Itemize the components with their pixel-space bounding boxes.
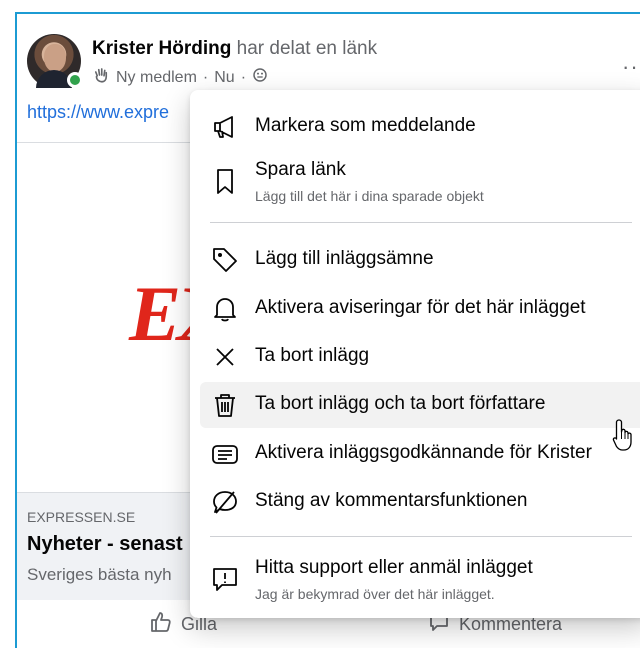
menu-item-enable-approval[interactable]: Aktivera inläggsgodkännande för Krister [200, 431, 640, 477]
report-icon [210, 564, 240, 594]
menu-item-mark-as-announcement[interactable]: Markera som meddelande [200, 104, 640, 150]
thumbs-up-icon [149, 610, 173, 639]
online-status-dot [67, 72, 83, 88]
approval-icon [210, 439, 240, 469]
menu-item-label: Hitta support eller anmäl inlägget [255, 557, 533, 578]
menu-item-sublabel: Jag är bekymrad över det här inlägget. [255, 586, 495, 602]
menu-divider [210, 222, 632, 223]
menu-item-disable-comments[interactable]: Stäng av kommentarsfunktionen [200, 479, 640, 525]
menu-item-label: Aktivera inläggsgodkännande för Krister [255, 442, 592, 463]
menu-item-label: Spara länk [255, 159, 346, 180]
author-action: har delat en länk [236, 38, 378, 59]
bell-icon [210, 294, 240, 324]
menu-item-save-link[interactable]: Spara länk Lägg till det här i dina spar… [200, 150, 640, 212]
menu-item-add-topic[interactable]: Lägg till inläggsämne [200, 237, 640, 283]
meta-separator: · [202, 68, 209, 86]
trash-icon [210, 390, 240, 420]
menu-item-label: Ta bort inlägg och ta bort författare [255, 393, 546, 414]
menu-item-label: Lägg till inläggsämne [255, 248, 434, 269]
member-badge[interactable]: Ny medlem [116, 69, 197, 87]
shared-link[interactable]: https://www.expre [27, 102, 169, 123]
menu-item-label: Stäng av kommentarsfunktionen [255, 490, 528, 511]
preview-domain: EXPRESSEN.SE [27, 509, 136, 525]
menu-item-label: Markera som meddelande [255, 115, 476, 136]
wave-hand-icon [92, 66, 110, 89]
audience-icon[interactable] [252, 67, 268, 88]
menu-item-sublabel: Lägg till det här i dina sparade objekt [255, 188, 484, 204]
author-name[interactable]: Krister Hörding [92, 38, 231, 59]
preview-description: Sveriges bästa nyh [27, 565, 172, 584]
tag-icon [210, 245, 240, 275]
avatar-face [44, 44, 66, 72]
post-more-button[interactable]: ··· [622, 54, 640, 80]
post-meta: Ny medlem · Nu · [92, 66, 268, 89]
menu-item-label: Aktivera aviseringar för det här inlägge… [255, 297, 586, 318]
menu-item-enable-notifications[interactable]: Aktivera aviseringar för det här inlägge… [200, 286, 640, 332]
meta-separator: · [240, 68, 247, 86]
post-options-menu: Markera som meddelande Spara länk Lägg t… [190, 90, 640, 618]
menu-item-label: Ta bort inlägg [255, 345, 370, 366]
megaphone-icon [210, 112, 240, 142]
menu-divider [210, 536, 632, 537]
menu-item-delete-post-and-author[interactable]: Ta bort inlägg och ta bort författare [200, 382, 640, 428]
menu-item-delete-post[interactable]: Ta bort inlägg [200, 334, 640, 380]
post-time[interactable]: Nu [214, 69, 234, 87]
post-header: Krister Hörding har delat en länk [92, 38, 377, 60]
close-icon [210, 342, 240, 372]
preview-title: Nyheter - senast [27, 533, 183, 555]
comment-off-icon [210, 487, 240, 517]
bookmark-icon [210, 166, 240, 196]
hand-pointer-cursor [612, 418, 636, 452]
menu-item-find-support-report[interactable]: Hitta support eller anmäl inlägget Jag ä… [200, 548, 640, 610]
